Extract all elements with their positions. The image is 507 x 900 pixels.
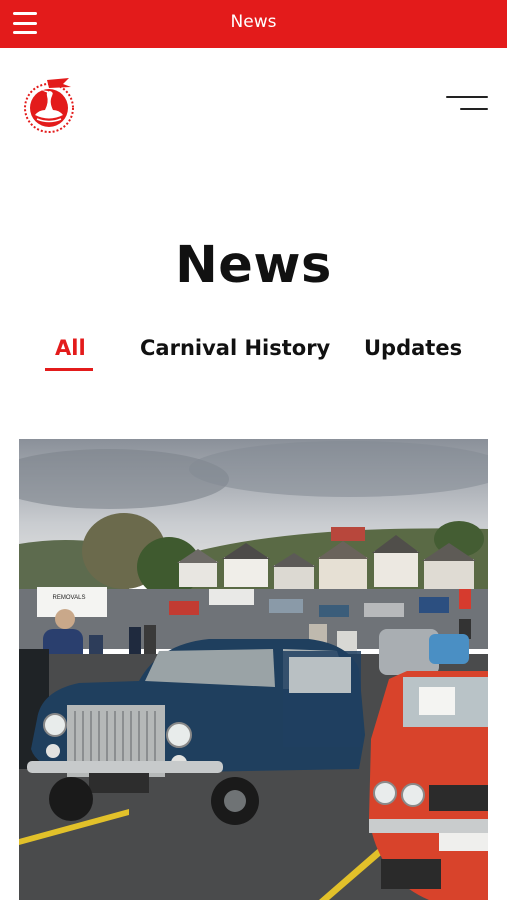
page-title: News (175, 236, 332, 295)
featured-news-image[interactable]: REMOVALS (19, 439, 488, 900)
tab-all[interactable]: All (55, 336, 86, 360)
active-tab-indicator (45, 368, 93, 371)
top-app-bar: News (0, 0, 507, 48)
category-tabs: All Carnival History Updates (0, 336, 507, 376)
van-text: REMOVALS (53, 595, 86, 601)
swan-logo-icon[interactable] (19, 72, 79, 138)
two-line-menu-icon[interactable] (446, 95, 490, 113)
app-bar-title: News (230, 12, 277, 32)
tab-updates[interactable]: Updates (364, 336, 462, 360)
tab-carnival-history[interactable]: Carnival History (140, 336, 330, 360)
